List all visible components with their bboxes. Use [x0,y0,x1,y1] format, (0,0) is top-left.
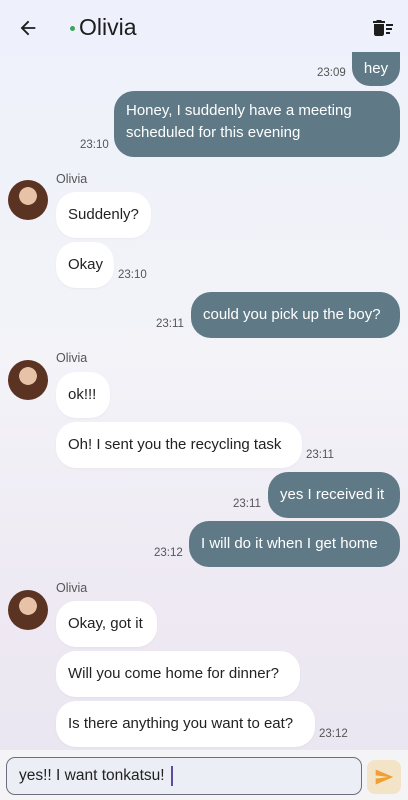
text-caret [171,766,173,786]
message-input[interactable] [6,757,362,795]
outgoing-message: I will do it when I get home [189,521,400,567]
message-text: Suddenly? [68,206,139,223]
chat-title: Olivia [79,14,137,40]
send-icon [375,769,394,785]
message-text: Will you come home for dinner? [68,665,279,682]
message-time: 23:11 [306,449,334,461]
message-time: 23:09 [317,67,346,79]
message-text: could you pick up the boy? [203,306,381,323]
incoming-message: ok!!! [56,372,110,418]
outgoing-message: could you pick up the boy? [191,292,400,338]
message-text: Oh! I sent you the recycling task [68,436,282,453]
message-composer [0,750,408,800]
contact-avatar[interactable] [8,180,48,220]
message-time: 23:12 [319,728,348,740]
contact-avatar[interactable] [8,360,48,400]
message-text: Okay, got it [68,615,143,632]
arrow-left-icon [20,20,36,36]
message-time: 23:10 [118,269,147,281]
incoming-message: Suddenly? [56,192,151,238]
message-text: Honey, I suddenly have a meeting schedul… [126,102,352,141]
message-text: Okay [68,256,104,273]
chat-header: Olivia [0,0,408,56]
message-text: ok!!! [68,386,97,403]
outgoing-message: yes I received it [268,472,400,518]
outgoing-message: hey [352,52,400,86]
incoming-message: Okay, got it [56,601,157,647]
sender-name: Olivia [56,581,88,595]
clear-chat-button[interactable] [370,14,396,42]
sender-name: Olivia [56,172,88,186]
message-time: 23:12 [154,547,183,559]
send-button[interactable] [367,760,401,794]
message-time: 23:11 [233,498,261,510]
incoming-message: Will you come home for dinner? [56,651,300,697]
message-text: Is there anything you want to eat? [68,715,294,732]
outgoing-message: Honey, I suddenly have a meeting schedul… [114,91,400,157]
message-time: 23:10 [80,139,109,151]
delete-sweep-icon [373,20,393,36]
incoming-message: Oh! I sent you the recycling task [56,422,302,468]
online-status-dot [70,26,75,31]
message-text: I will do it when I get home [201,535,378,552]
incoming-message: Okay [56,242,114,288]
sender-name: Olivia [56,351,88,365]
message-text: yes I received it [280,486,385,503]
message-time: 23:11 [156,318,184,330]
back-button[interactable] [14,14,42,42]
incoming-message: Is there anything you want to eat? [56,701,315,747]
message-text: hey [363,60,389,77]
contact-avatar[interactable] [8,590,48,630]
